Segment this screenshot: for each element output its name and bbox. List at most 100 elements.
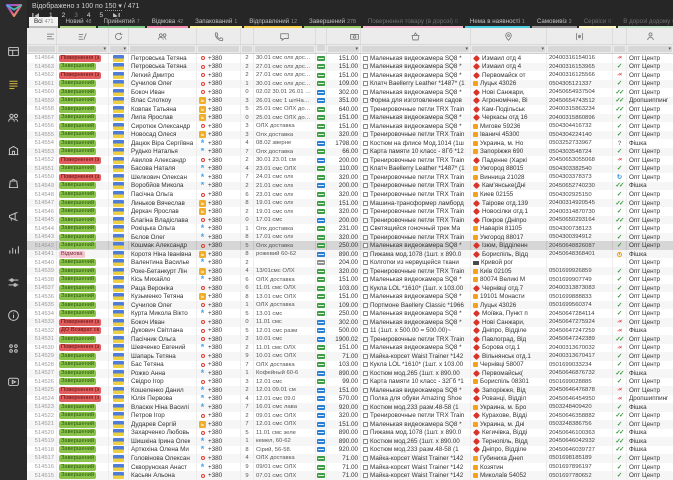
table-row[interactable]: 514558 Завершений Ковпак Татьяна lc +380 5 25.… xyxy=(27,105,673,114)
column-header-id[interactable] xyxy=(27,28,57,44)
filter-input-count[interactable] xyxy=(242,46,252,52)
column-header-tracking[interactable] xyxy=(547,28,613,44)
table-row[interactable]: 514538 Завершений Кісь Михайло * +380 6 ОЛХ до… xyxy=(27,275,673,284)
filter-input-product[interactable]: ▾ xyxy=(362,46,469,52)
table-row[interactable]: 514527 Завершений Рожко Анна * +380 1 Кофейный… xyxy=(27,369,673,378)
tab-Нема в наявності[interactable]: Нема в наявності 1 xyxy=(464,17,530,28)
tab-В дорозі додому[interactable]: В дорозі додому0 xyxy=(618,17,673,28)
table-row[interactable]: 514560 Завершений Бокоч Иван +380 0 02.02 30.… xyxy=(27,88,673,97)
table-row[interactable]: 514554 Завершений Дацюк Віра Сергіївна * +38… xyxy=(27,139,673,148)
tab-Запакований[interactable]: Запакований 1 xyxy=(190,17,243,28)
filter-input-price[interactable]: ▾ xyxy=(328,46,359,52)
column-header-status[interactable] xyxy=(57,28,109,44)
column-header-comment[interactable] xyxy=(254,28,316,44)
filter-input-id[interactable] xyxy=(28,46,55,52)
table-row[interactable]: 514529 Завершений Шапарь Тетяна +380 9 10.01 … xyxy=(27,352,673,361)
table-row[interactable]: 514561 Завершений Сучилов Олег +380 1 30.01 с… xyxy=(27,79,673,89)
table-row[interactable]: 514557 Завершений Лила Ярослав lc +380 0 25.01… xyxy=(27,113,673,123)
table-row[interactable]: 514519 Завершений Шишкіна Ірина Олек * +380 1… xyxy=(27,437,673,446)
table-row[interactable]: 514522 Завершений Петров Ігор +380 2 09.01 см… xyxy=(27,411,673,421)
filter-input-destination[interactable]: ▾ xyxy=(472,46,545,52)
column-header-trackstatus[interactable] xyxy=(613,28,627,44)
table-row[interactable]: 514526 Завершений Свідро Ігор +380 3 12.01 см… xyxy=(27,377,673,387)
table-row[interactable]: 514523 Завершений Власюк Ніна Василі * +380 7… xyxy=(27,403,673,412)
table-row[interactable]: 514534 Завершений Курта Микола Вікто * +380 5… xyxy=(27,309,673,318)
table-row[interactable]: 514530 Повернення (з Шевченко Евгений * +380… xyxy=(27,343,673,353)
table-row[interactable]: 514543 Завершений Бєлов Олег * +380 8 17.01 см… xyxy=(27,232,673,242)
column-header-destination[interactable] xyxy=(471,28,547,44)
table-row[interactable]: 514539 Завершений Роке-Бетанкурт Лін lc +380… xyxy=(27,266,673,276)
sidebar-item-marketing[interactable] xyxy=(0,205,27,227)
tab-Всі[interactable]: Всі 471 xyxy=(29,17,59,28)
table-row[interactable]: 514550 Повернення (з Шелкович Олексан * +380… xyxy=(27,173,673,182)
filter-input-tracking[interactable] xyxy=(548,46,611,52)
table-row[interactable]: 514545 Завершений Благіна Владіслава +380 0 1… xyxy=(27,215,673,225)
table-row[interactable]: 514521 Завершений Дударев Сергій lc +380 7 12.… xyxy=(27,420,673,429)
per-page-selector[interactable]: 150 ▾ xyxy=(104,3,122,11)
table-row[interactable]: 514541 Відмова Коротя Ніна Іванівна lc +380 8… xyxy=(27,249,673,259)
filter-input-comment[interactable] xyxy=(255,46,314,52)
column-header-flag[interactable] xyxy=(109,28,129,44)
table-row[interactable]: 514553 Завершений Рудько Наталья * +380 7 Олх … xyxy=(27,147,673,157)
column-header-product[interactable] xyxy=(361,28,471,44)
table-row[interactable]: 514551 Завершений Басова Наталя * +380 4 23.01… xyxy=(27,164,673,174)
tab-Відправлений[interactable]: Відправлений 12 xyxy=(244,17,303,28)
tab-Завершений[interactable]: Завершений 278 xyxy=(304,17,361,28)
table-row[interactable]: 514518 Завершений Артюхіна Олена Ми * +380 8 С… xyxy=(27,445,673,455)
table-row[interactable]: 514533 Повернення (з Бокоч Иван +380 0 11.01 … xyxy=(27,317,673,327)
sidebar-item-apps[interactable] xyxy=(0,337,27,359)
sidebar-item-clients[interactable] xyxy=(0,106,27,128)
filter-input-manager[interactable]: ▾ xyxy=(628,46,672,52)
table-row[interactable]: 514563 Завершений Петровська Тетяна +380 2 27… xyxy=(27,62,673,72)
filter-input-trackstatus[interactable] xyxy=(614,46,625,52)
tab-Новий[interactable]: Новий 48 xyxy=(60,17,97,28)
table-row[interactable]: 514532 ДО Возврат ск Дукович Світлана +380 5… xyxy=(27,326,673,336)
table-row[interactable]: 514552 Повернення (з Авилов Александр +380 2… xyxy=(27,156,673,165)
column-header-price[interactable] xyxy=(327,28,361,44)
table-row[interactable]: 514536 Завершений Кузьменко Тетяна lc +380 8 1… xyxy=(27,292,673,301)
table-row[interactable]: 514549 Завершений Воробйов Микола * +380 2 21.… xyxy=(27,181,673,191)
column-header-pay[interactable] xyxy=(316,28,327,44)
sidebar-item-orders[interactable] xyxy=(0,73,27,95)
tab-Прийнятий[interactable]: Прийнятий 7 xyxy=(98,17,145,28)
column-header-manager[interactable] xyxy=(627,28,673,44)
table-row[interactable]: 514542 Завершений Кошмак Александр +380 5 Олх… xyxy=(27,241,673,250)
table-row[interactable]: 514564 Повернення (з Петровська Тетяна +380… xyxy=(27,54,673,63)
table-row[interactable]: 514517 Завершений Головінова Олексан +380 4 О… xyxy=(27,454,673,463)
table-row[interactable]: 514540 Завершений Валентина Василье * +380 2 2… xyxy=(27,258,673,267)
column-header-count[interactable] xyxy=(241,28,254,44)
table-row[interactable]: 514562 Повернення (з Легкий Дмитро +380 2 27.… xyxy=(27,71,673,80)
table-row[interactable]: 514544 Завершений Рокіцька Ольга * +380 1 Олх … xyxy=(27,224,673,233)
sidebar-item-delivery[interactable] xyxy=(0,172,27,194)
filter-input-name[interactable] xyxy=(130,46,195,52)
table-row[interactable]: 514555 Завершений Новосад Олеся lc +380 3 Олх … xyxy=(27,130,673,140)
sidebar-item-info[interactable] xyxy=(0,304,27,326)
column-header-phone[interactable] xyxy=(197,28,241,44)
filter-input-status[interactable]: ▾ xyxy=(58,46,107,52)
table-row[interactable]: 514556 Завершений Сиротюк Олександр +380 3 ОЛ… xyxy=(27,122,673,131)
filter-input-flag[interactable]: ▾ xyxy=(110,46,127,52)
tab-Сервіси[interactable]: Сервіси 0 xyxy=(578,17,617,28)
table-row[interactable]: 514531 Завершений Пасічник Ольга +380 2 10.01… xyxy=(27,335,673,344)
table-row[interactable]: 514520 Завершений Захарченко Любовь +380 5 11… xyxy=(27,428,673,438)
table-row[interactable]: 514528 Завершений Бас Тетяна +380 7 ОЛХ доста… xyxy=(27,360,673,370)
table-row[interactable]: 514515 Завершений Касьян Альона +380 9 07.01 … xyxy=(27,471,673,480)
tab-Самовивіз[interactable]: Самовивіз 2 xyxy=(531,17,577,28)
column-header-name[interactable] xyxy=(129,28,197,44)
sidebar-item-video[interactable] xyxy=(0,370,27,392)
sidebar-item-company[interactable] xyxy=(0,139,27,161)
sidebar-item-statistics[interactable] xyxy=(0,238,27,260)
table-row[interactable]: 514525 Повернення (з Кошеленко Данил * +380 2… xyxy=(27,386,673,395)
table-row[interactable]: 514546 Завершений Деркач Ярослав lc +380 2 19.… xyxy=(27,207,673,216)
table-row[interactable]: 514516 Завершений Скворунская Анаст * +380 9 0… xyxy=(27,462,673,472)
sidebar-item-settings[interactable] xyxy=(0,271,27,293)
tab-Відмова[interactable]: Відмова 42 xyxy=(146,17,189,28)
filter-input-phone[interactable] xyxy=(198,46,239,52)
table-row[interactable]: 514524 Повернення (з Юлія Первова * +380 4 12.… xyxy=(27,394,673,404)
sidebar-item-dashboard[interactable] xyxy=(0,40,27,62)
table-row[interactable]: 514547 Завершений Линьков Вячеслав lc +380 8 1… xyxy=(27,198,673,208)
table-row[interactable]: 514537 Завершений Раца Вероніка +380 6 11.01 … xyxy=(27,283,673,293)
table-row[interactable]: 514559 Завершений Влас Слоткоу lc +380 3 26.01… xyxy=(27,96,673,106)
tab-Повернення товару (в дорозі)[interactable]: Повернення товару (в дорозі) 0 xyxy=(362,17,463,28)
table-row[interactable]: 514548 Завершений Пасічна Ольга +380 6 23.01 … xyxy=(27,190,673,199)
